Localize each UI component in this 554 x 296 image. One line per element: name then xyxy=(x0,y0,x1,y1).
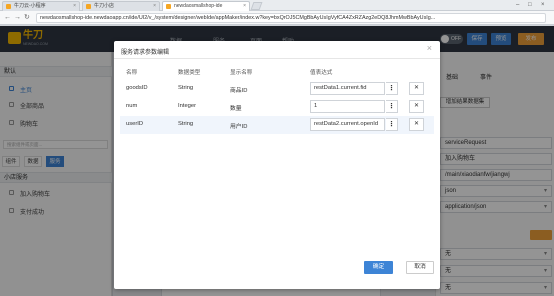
more-options-icon[interactable]: ⋮ xyxy=(386,82,398,95)
new-tab-button[interactable] xyxy=(250,2,263,10)
browser-tabbar: 牛刀云-小程序 × 牛刀小店 × newdaosmallshop-ide × –… xyxy=(0,0,554,11)
address-bar: ← → ↻ newdaosmallshop-ide.newdaoapp.cn/i… xyxy=(0,11,554,25)
dialog-title: 服务请求参数编辑 xyxy=(121,50,170,56)
tab-favicon-icon xyxy=(166,4,171,9)
forward-icon[interactable]: → xyxy=(14,13,21,23)
delete-row-button[interactable]: ✕ xyxy=(409,118,424,131)
expression-input[interactable]: restData2.current.openId xyxy=(310,118,385,131)
cancel-button[interactable]: 取消 xyxy=(406,261,434,274)
service-params-dialog: 服务请求参数编辑 × 名称 数据类型 显示名称 值表达式 goodsID Str… xyxy=(114,41,440,289)
param-display: 数量 xyxy=(230,106,242,112)
table-row: goodsID String 商品ID restData1.current.fi… xyxy=(120,80,434,98)
more-options-icon[interactable]: ⋮ xyxy=(386,118,398,131)
browser-tab-2[interactable]: newdaosmallshop-ide × xyxy=(162,1,250,11)
reload-icon[interactable]: ↻ xyxy=(24,13,30,23)
column-header-display: 显示名称 xyxy=(230,70,253,76)
tab-close-icon[interactable]: × xyxy=(153,2,156,11)
maximize-icon[interactable]: □ xyxy=(528,0,532,10)
column-header-expression: 值表达式 xyxy=(310,70,333,76)
back-icon[interactable]: ← xyxy=(4,13,11,23)
tab-favicon-icon xyxy=(6,4,11,9)
minimize-icon[interactable]: – xyxy=(516,0,519,10)
expression-input[interactable]: restData1.current.fid xyxy=(310,82,385,95)
tab-close-icon[interactable]: × xyxy=(73,2,76,11)
browser-tab-1[interactable]: 牛刀小店 × xyxy=(82,1,160,11)
close-icon[interactable]: × xyxy=(427,43,432,53)
param-type: String xyxy=(178,85,194,91)
param-name: userID xyxy=(126,121,144,127)
tab-label: newdaosmallshop-ide xyxy=(174,3,223,9)
expression-input[interactable]: 1 xyxy=(310,100,385,113)
url-input[interactable]: newdaosmallshop-ide.newdaoapp.cn/ide/UI2… xyxy=(36,13,546,23)
param-name: num xyxy=(126,103,138,109)
column-header-type: 数据类型 xyxy=(178,70,201,76)
tab-close-icon[interactable]: × xyxy=(243,2,246,11)
param-display: 用户ID xyxy=(230,124,248,130)
browser-tab-0[interactable]: 牛刀云-小程序 × xyxy=(2,1,80,11)
tab-label: 牛刀云-小程序 xyxy=(14,3,46,9)
column-header-name: 名称 xyxy=(126,70,138,76)
table-row: num Integer 数量 1 ⋮ ✕ xyxy=(120,98,434,116)
param-name: goodsID xyxy=(126,85,148,91)
close-window-icon[interactable]: × xyxy=(541,0,545,10)
delete-row-button[interactable]: ✕ xyxy=(409,100,424,113)
param-type: Integer xyxy=(178,103,197,109)
tab-label: 牛刀小店 xyxy=(94,3,115,9)
more-options-icon[interactable]: ⋮ xyxy=(386,100,398,113)
dialog-divider xyxy=(114,58,440,59)
delete-row-button[interactable]: ✕ xyxy=(409,82,424,95)
table-row: userID String 用户ID restData2.current.ope… xyxy=(120,116,434,134)
param-type: String xyxy=(178,121,194,127)
tab-favicon-icon xyxy=(86,4,91,9)
param-display: 商品ID xyxy=(230,88,248,94)
confirm-button[interactable]: 确定 xyxy=(364,261,393,274)
